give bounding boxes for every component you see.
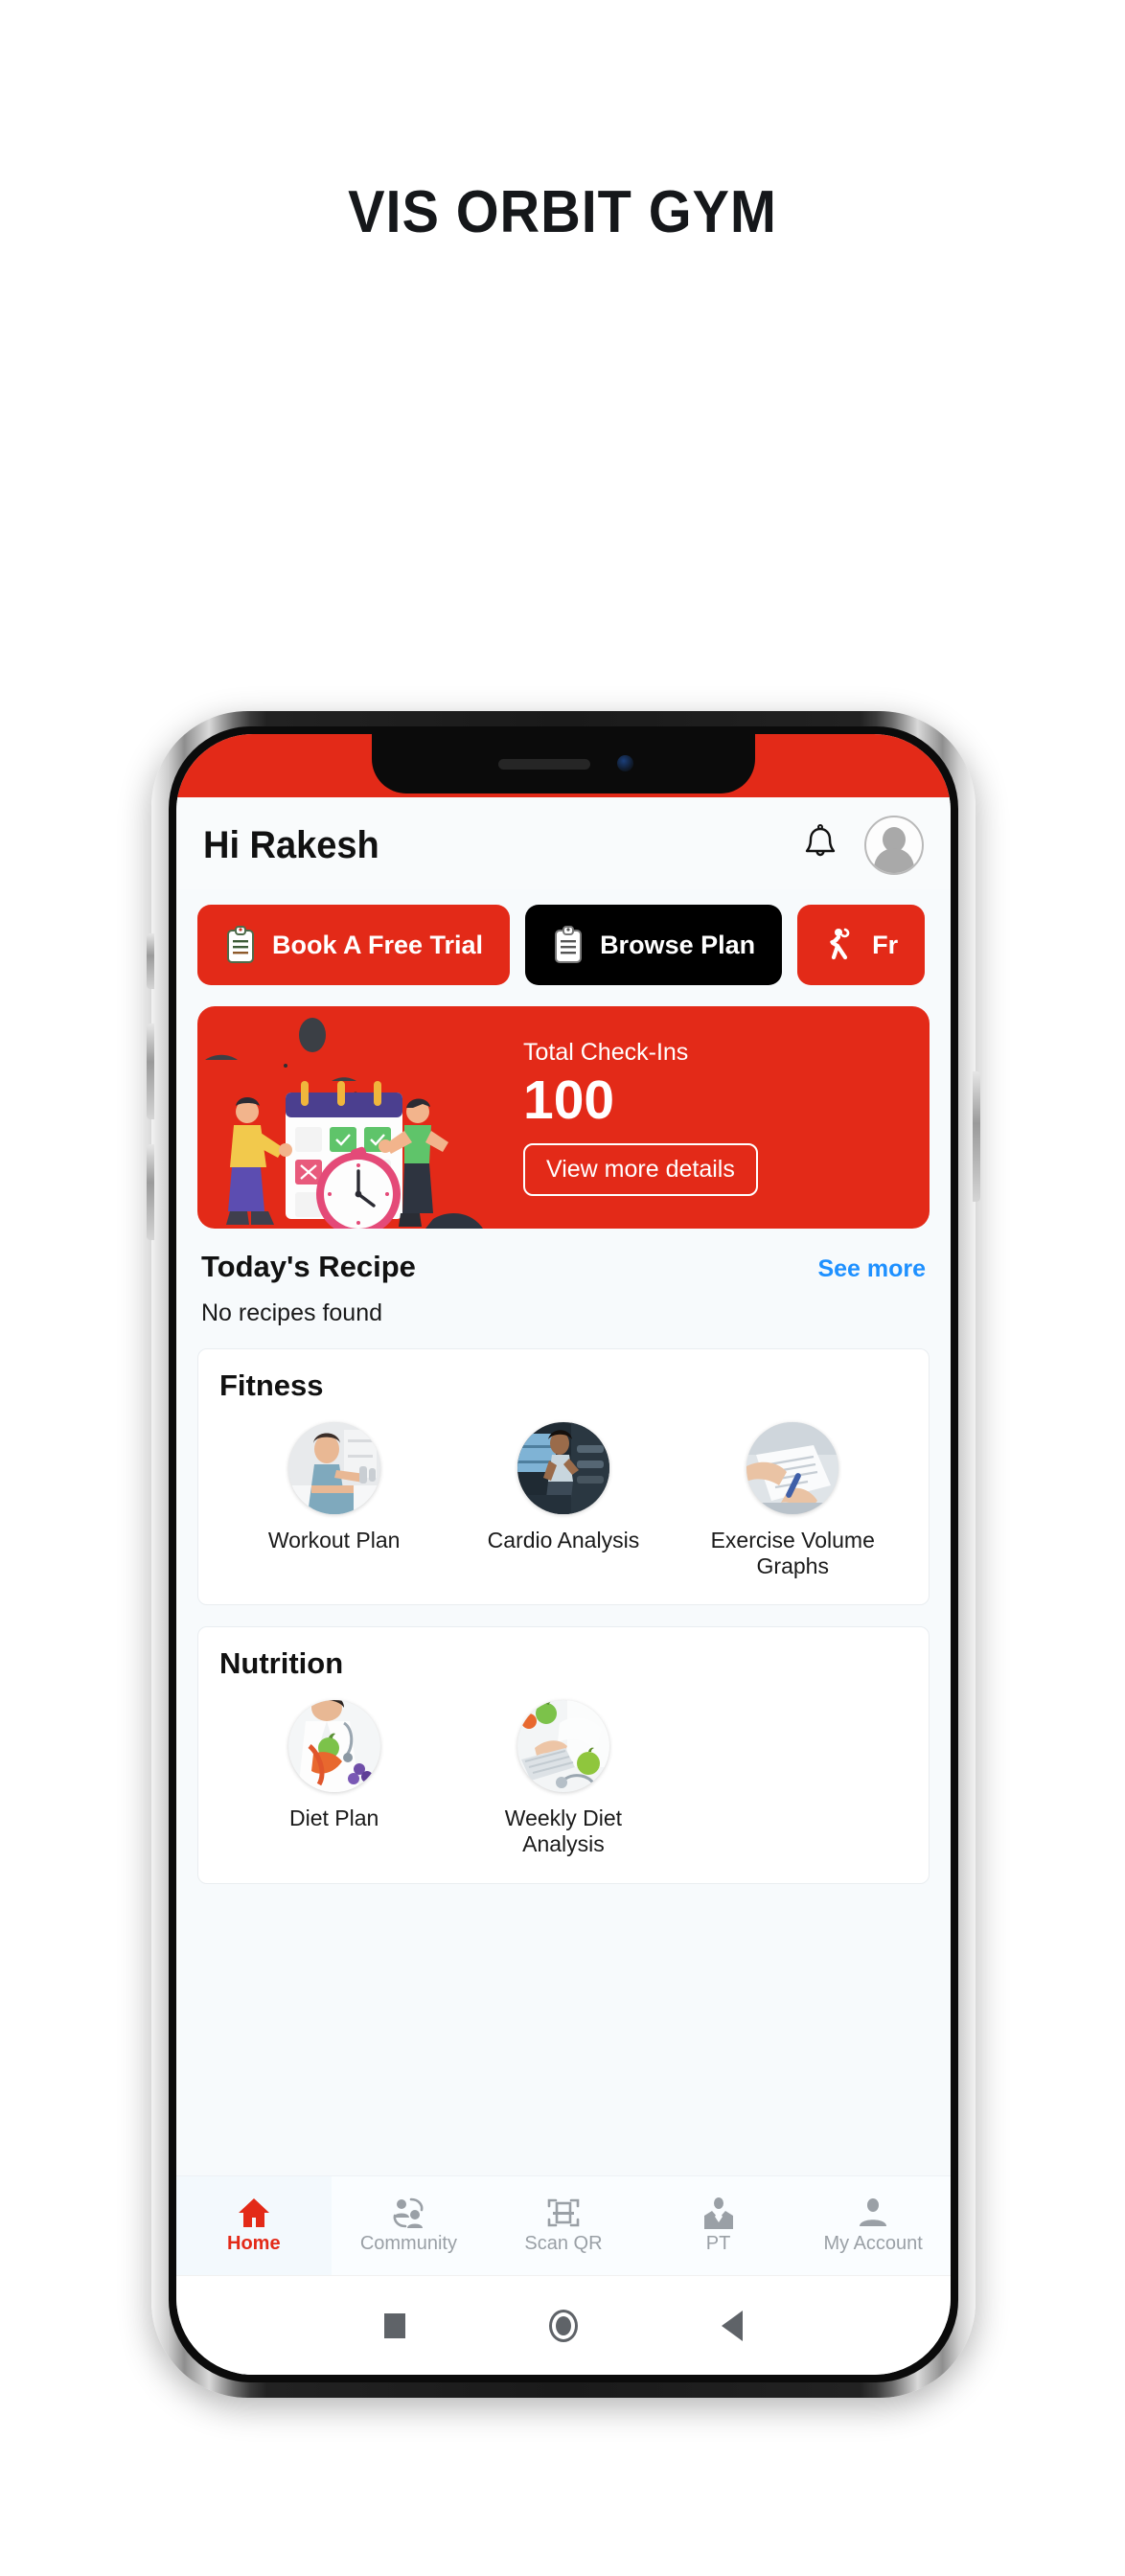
tile-exercise-volume-graphs-label: Exercise Volume Graphs: [710, 1528, 875, 1579]
nav-item-home[interactable]: Home: [176, 2176, 332, 2275]
tile-workout-plan[interactable]: Workout Plan: [219, 1422, 448, 1579]
tile-diet-plan[interactable]: Diet Plan: [219, 1700, 448, 1857]
nav-item-home-label: Home: [227, 2233, 281, 2254]
browse-plan-label: Browse Plan: [600, 930, 756, 959]
circle-icon[interactable]: [549, 2309, 578, 2342]
checkin-info: Total Check-Ins 100 View more details: [514, 1006, 930, 1229]
fitness-tiles: Workout Plan Cardio Analysis Exercise Vo…: [219, 1422, 907, 1579]
nav-item-pt-label: PT: [705, 2233, 731, 2254]
recipe-empty-text: No recipes found: [201, 1300, 383, 1326]
book-free-trial-button[interactable]: Book A Free Trial: [197, 905, 511, 985]
phone-side-button-silent[interactable]: [147, 933, 154, 989]
page-root: VIS ORBIT GYM Hi Rakesh Book A Free Tria…: [0, 0, 1125, 2576]
recipe-see-more-link[interactable]: See more: [817, 1255, 926, 1283]
community-icon: [393, 2197, 424, 2228]
tile-placeholder: [678, 1700, 907, 1857]
phone-bezel: Hi Rakesh Book A Free Trial Browse Plan …: [169, 726, 958, 2382]
square-icon[interactable]: [384, 2312, 405, 2338]
greeting-text: Hi Rakesh: [203, 823, 379, 866]
laptop-apple-photo: [517, 1700, 609, 1793]
nav-item-community-label: Community: [359, 2233, 457, 2254]
nutrition-section-card: Nutrition Diet Plan Weekly Diet Analysis: [197, 1626, 930, 1884]
tile-exercise-volume-graphs[interactable]: Exercise Volume Graphs: [678, 1422, 907, 1579]
dietitian-apple-photo: [287, 1700, 380, 1793]
recipe-title: Today's Recipe: [201, 1250, 416, 1283]
front-camera-icon: [617, 755, 633, 771]
fitness-section-card: Fitness Workout Plan Cardio Analysis Exe…: [197, 1348, 930, 1606]
total-checkins-card[interactable]: Total Check-Ins 100 View more details: [197, 1006, 930, 1229]
todays-recipe-section: Today's Recipe See more No recipes found: [176, 1229, 951, 1327]
phone-notch: [372, 734, 755, 794]
scan-qr-icon: [547, 2198, 580, 2227]
phone-screen: Hi Rakesh Book A Free Trial Browse Plan …: [176, 734, 951, 2375]
avatar-body: [874, 848, 914, 873]
bottom-navigation-bar[interactable]: Home Community Scan QR PT My Account: [176, 2175, 951, 2275]
view-more-details-button[interactable]: View more details: [523, 1143, 758, 1197]
nav-item-scan-qr-label: Scan QR: [524, 2233, 603, 2254]
triangle-back-icon[interactable]: [722, 2310, 743, 2341]
tile-weekly-diet-analysis-label: Weekly Diet Analysis: [504, 1806, 623, 1857]
nav-item-my-account[interactable]: My Account: [795, 2176, 951, 2275]
free-session-button[interactable]: Fr: [797, 905, 926, 985]
nutrition-section-title: Nutrition: [219, 1646, 344, 1681]
earpiece-speaker: [498, 759, 590, 770]
nav-item-community[interactable]: Community: [332, 2176, 487, 2275]
header-icon-group: [801, 816, 924, 875]
tile-cardio-analysis[interactable]: Cardio Analysis: [448, 1422, 677, 1579]
woman-dumbbell-photo: [287, 1422, 380, 1514]
phone-side-button-volume-up[interactable]: [147, 1024, 154, 1119]
treadmill-running-photo: [517, 1422, 609, 1514]
nutrition-tiles: Diet Plan Weekly Diet Analysis: [219, 1700, 907, 1857]
book-free-trial-label: Book A Free Trial: [272, 930, 484, 959]
nav-item-scan-qr[interactable]: Scan QR: [486, 2176, 641, 2275]
checkin-value: 100: [523, 1069, 615, 1131]
android-system-bar[interactable]: [176, 2275, 951, 2375]
hands-notebook-photo: [746, 1422, 839, 1514]
recipe-header-row: Today's Recipe See more: [201, 1250, 926, 1284]
nav-item-my-account-label: My Account: [823, 2233, 923, 2254]
tile-diet-plan-label: Diet Plan: [288, 1806, 379, 1831]
avatar[interactable]: [864, 816, 924, 875]
status-bar: [176, 734, 951, 797]
fitness-section-title: Fitness: [219, 1368, 324, 1402]
checkin-illustration: [197, 1006, 514, 1229]
tile-cardio-analysis-label: Cardio Analysis: [487, 1528, 640, 1552]
browse-plan-button[interactable]: Browse Plan: [525, 905, 783, 985]
dancing-person-icon: [830, 928, 850, 960]
clipboard-icon: [227, 926, 254, 963]
home-icon: [238, 2198, 269, 2227]
clipboard-icon: [555, 926, 583, 963]
bell-icon[interactable]: [801, 824, 839, 866]
tile-workout-plan-label: Workout Plan: [267, 1528, 401, 1552]
trainer-icon: [703, 2197, 733, 2229]
app-header: Hi Rakesh: [176, 797, 951, 889]
nav-item-pt[interactable]: PT: [641, 2176, 796, 2275]
tile-weekly-diet-analysis[interactable]: Weekly Diet Analysis: [448, 1700, 677, 1857]
page-title: VIS ORBIT GYM: [348, 179, 777, 245]
phone-side-button-volume-down[interactable]: [147, 1144, 154, 1240]
free-session-label: Fr: [872, 930, 899, 959]
phone-side-button-power[interactable]: [973, 1071, 980, 1202]
checkin-label: Total Check-Ins: [523, 1038, 689, 1066]
person-icon: [860, 2198, 887, 2226]
quick-actions-row[interactable]: Book A Free Trial Browse Plan Fr: [176, 889, 951, 993]
phone-device-frame: Hi Rakesh Book A Free Trial Browse Plan …: [147, 711, 980, 2398]
